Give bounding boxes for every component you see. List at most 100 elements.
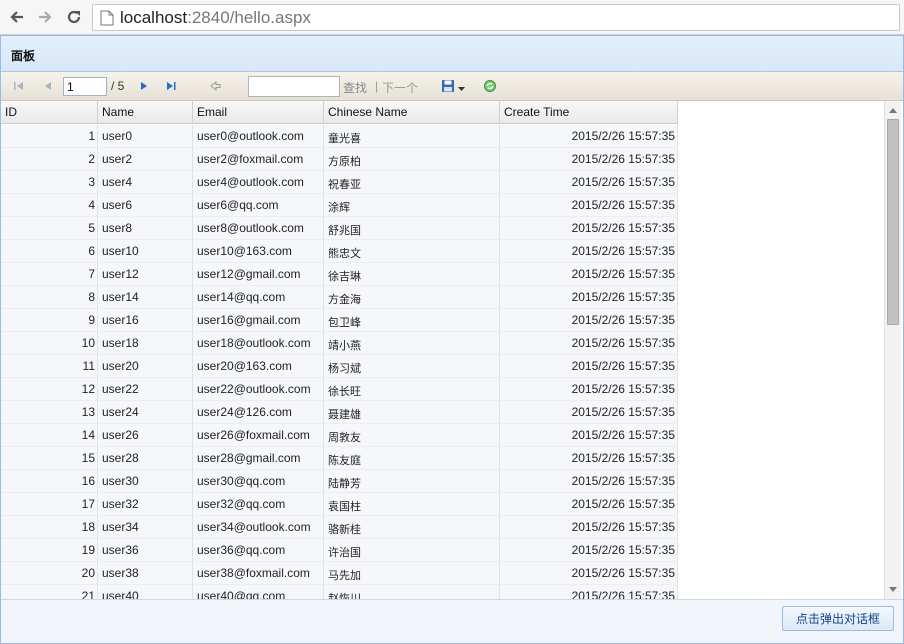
table-row[interactable]: 18 user34 user34@outlook.com 骆新桂 2015/2/26 1… [1,516,678,539]
forward-arrow-icon[interactable] [34,6,56,28]
cell-id: 6 [1,240,98,262]
open-dialog-button[interactable]: 点击弹出对话框 [782,606,894,631]
last-page-icon[interactable] [164,77,178,95]
scroll-down-icon[interactable] [889,587,897,592]
table-row[interactable]: 6 user10 user10@163.com 熊忠文 2015/2/26 15:57:… [1,240,678,263]
vertical-scrollbar[interactable] [884,101,901,599]
chevron-down-icon[interactable] [458,80,465,98]
column-header-create-time[interactable]: Create Time [500,101,678,124]
cell-create-time: 2015/2/26 15:57:35 [500,424,678,446]
table-row[interactable]: 17 user32 user32@qq.com 袁国柱 2015/2/26 15:57:… [1,493,678,516]
cell-email: user8@outlook.com [193,217,324,239]
table-row[interactable]: 10 user18 user18@outlook.com 靖小燕 2015/2/26 1… [1,332,678,355]
save-export-icon[interactable] [441,77,455,95]
table-row[interactable]: 4 user6 user6@qq.com 涂辉 2015/2/26 15:57:35 [1,194,678,217]
cell-chinese-name: 方金海 [324,286,500,308]
cell-email: user4@outlook.com [193,171,324,193]
cell-create-time: 2015/2/26 15:57:35 [500,562,678,584]
cell-create-time: 2015/2/26 15:57:35 [500,332,678,354]
table-row[interactable]: 21 user40 user40@qq.com 赵恢川 2015/2/26 15:57:… [1,585,678,599]
cell-id: 15 [1,447,98,469]
cell-chinese-name: 马先加 [324,562,500,584]
back-history-icon[interactable] [208,77,222,95]
table-row[interactable]: 5 user8 user8@outlook.com 舒兆国 2015/2/26 15:5… [1,217,678,240]
page-icon [100,10,114,25]
cell-id: 20 [1,562,98,584]
cell-id: 14 [1,424,98,446]
cell-email: user20@163.com [193,355,324,377]
table-row[interactable]: 20 user38 user38@foxmail.com 马先加 2015/2/26 1… [1,562,678,585]
cell-email: user26@foxmail.com [193,424,324,446]
cell-chinese-name: 熊忠文 [324,240,500,262]
cell-name: user4 [98,171,193,193]
scroll-up-icon[interactable] [889,108,897,113]
find-button[interactable]: 查找 [343,79,367,96]
table-row[interactable]: 9 user16 user16@gmail.com 包卫峰 2015/2/26 15:5… [1,309,678,332]
cell-name: user22 [98,378,193,400]
cell-create-time: 2015/2/26 15:57:35 [500,194,678,216]
cell-chinese-name: 靖小燕 [324,332,500,354]
cell-email: user24@126.com [193,401,324,423]
cell-create-time: 2015/2/26 15:57:35 [500,217,678,239]
table-row[interactable]: 2 user2 user2@foxmail.com 方原柏 2015/2/26 15:5… [1,148,678,171]
page-number-input[interactable] [63,77,107,96]
data-grid: ID Name Email Chinese Name Create Time 1… [1,101,903,599]
prev-page-icon[interactable] [41,77,55,95]
cell-name: user40 [98,585,193,599]
table-row[interactable]: 8 user14 user14@qq.com 方金海 2015/2/26 15:57:3… [1,286,678,309]
url-host: localhost [120,7,188,27]
cell-create-time: 2015/2/26 15:57:35 [500,171,678,193]
first-page-icon[interactable] [12,77,26,95]
table-row[interactable]: 11 user20 user20@163.com 杨习斌 2015/2/26 15:57… [1,355,678,378]
scroll-thumb[interactable] [887,119,899,325]
table-row[interactable]: 14 user26 user26@foxmail.com 周敦友 2015/2/26 1… [1,424,678,447]
address-bar[interactable]: localhost:2840/hello.aspx [92,4,900,31]
column-header-id[interactable]: ID [1,101,98,124]
table-row[interactable]: 13 user24 user24@126.com 聂建雄 2015/2/26 15:57… [1,401,678,424]
cell-id: 12 [1,378,98,400]
cell-chinese-name: 陆静芳 [324,470,500,492]
cell-name: user36 [98,539,193,561]
table-row[interactable]: 12 user22 user22@outlook.com 徐长旺 2015/2/26 1… [1,378,678,401]
cell-name: user18 [98,332,193,354]
cell-chinese-name: 袁国柱 [324,493,500,515]
cell-email: user6@qq.com [193,194,324,216]
grid-toolbar: / 5 查找 | 下一个 [1,72,903,101]
table-row[interactable]: 7 user12 user12@gmail.com 徐吉琳 2015/2/26 15:5… [1,263,678,286]
cell-name: user24 [98,401,193,423]
cell-chinese-name: 徐长旺 [324,378,500,400]
cell-id: 2 [1,148,98,170]
cell-create-time: 2015/2/26 15:57:35 [500,401,678,423]
cell-id: 1 [1,125,98,147]
find-next-button[interactable]: 下一个 [382,79,418,96]
cell-chinese-name: 许治国 [324,539,500,561]
cell-email: user2@foxmail.com [193,148,324,170]
cell-name: user34 [98,516,193,538]
cell-id: 19 [1,539,98,561]
grid-header: ID Name Email Chinese Name Create Time [1,101,678,124]
column-header-chinese-name[interactable]: Chinese Name [324,101,500,124]
search-input[interactable] [248,76,340,97]
table-row[interactable]: 3 user4 user4@outlook.com 祝春亚 2015/2/26 15:5… [1,171,678,194]
cell-email: user40@qq.com [193,585,324,599]
cell-email: user22@outlook.com [193,378,324,400]
cell-id: 11 [1,355,98,377]
reload-icon[interactable] [63,6,85,28]
column-header-email[interactable]: Email [193,101,324,124]
table-row[interactable]: 16 user30 user30@qq.com 陆静芳 2015/2/26 15:57:… [1,470,678,493]
table-row[interactable]: 1 user0 user0@outlook.com 童光喜 2015/2/26 15:5… [1,125,678,148]
cell-email: user12@gmail.com [193,263,324,285]
table-row[interactable]: 15 user28 user28@gmail.com 陈友庭 2015/2/26 15:… [1,447,678,470]
cell-chinese-name: 骆新桂 [324,516,500,538]
cell-email: user0@outlook.com [193,125,324,147]
cell-email: user32@qq.com [193,493,324,515]
column-header-name[interactable]: Name [98,101,193,124]
next-page-icon[interactable] [137,77,151,95]
table-row[interactable]: 19 user36 user36@qq.com 许治国 2015/2/26 15:57:… [1,539,678,562]
cell-chinese-name: 涂辉 [324,194,500,216]
cell-id: 8 [1,286,98,308]
cell-name: user30 [98,470,193,492]
back-arrow-icon[interactable] [6,6,28,28]
refresh-icon[interactable] [483,77,497,95]
cell-chinese-name: 舒兆国 [324,217,500,239]
